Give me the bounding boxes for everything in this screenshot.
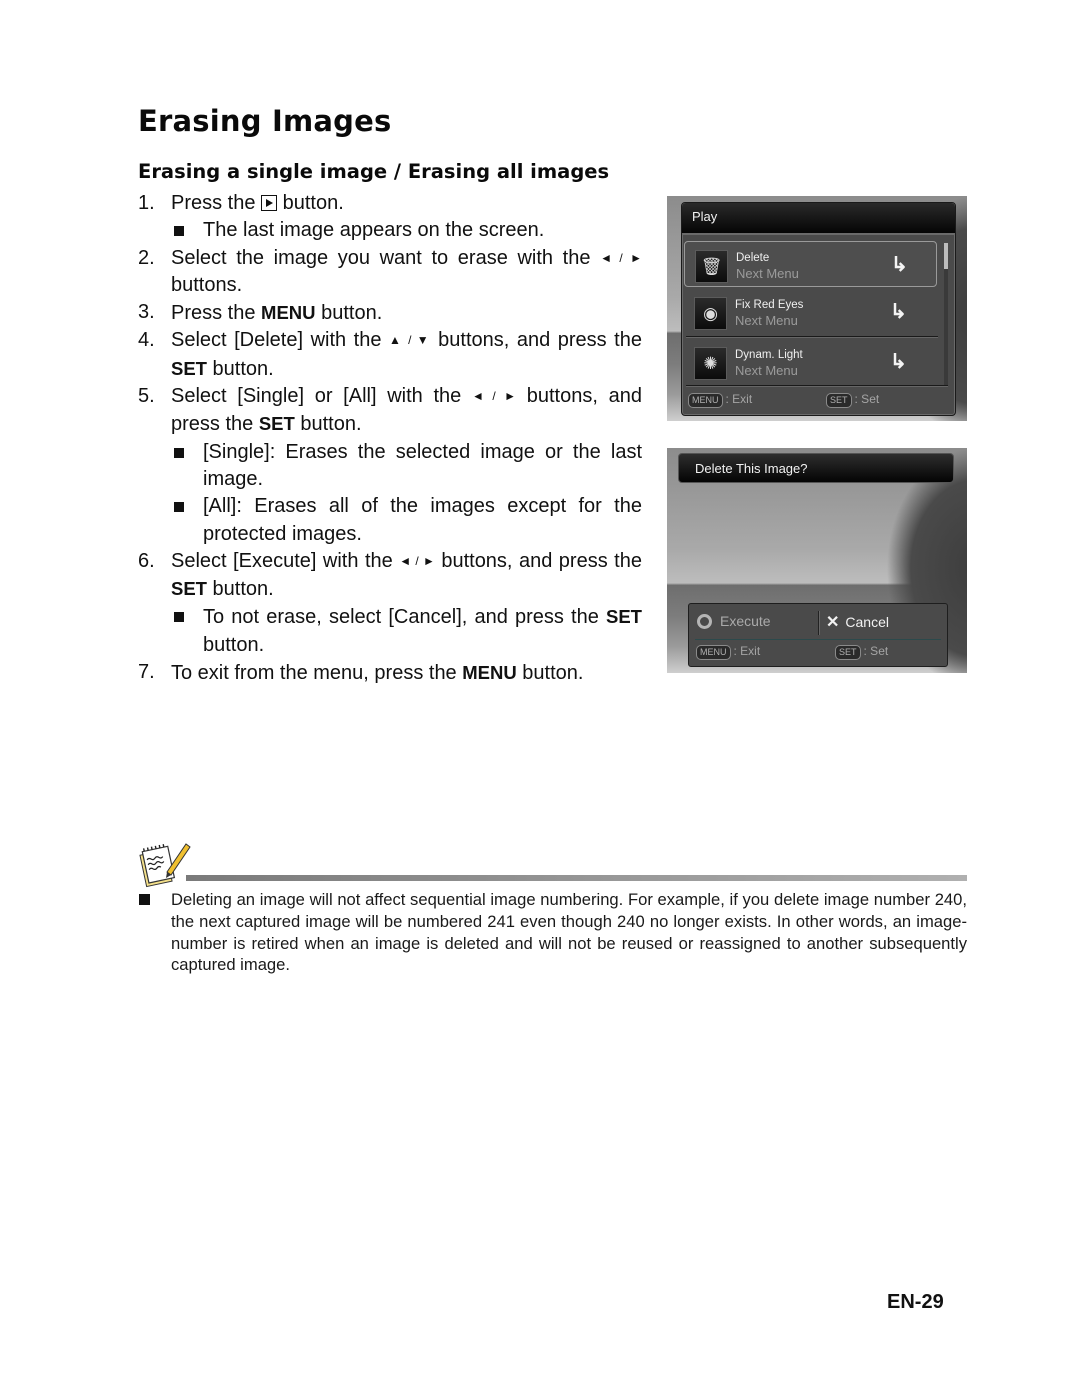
execute-option[interactable]: Execute	[697, 613, 771, 629]
bullet-square-icon	[174, 502, 184, 513]
divider	[695, 639, 941, 640]
step-5-note-all: [All]: Erases all of the images except f…	[138, 493, 642, 548]
up-down-arrows-icon: ▲ / ▼	[389, 333, 431, 348]
step-5-note-single: [Single]: Erases the selected image or t…	[138, 439, 642, 494]
menu-key-icon: MENU	[696, 645, 731, 660]
set-key-icon: SET	[826, 393, 852, 408]
step-2: 2. Select the image you want to erase wi…	[138, 246, 642, 296]
menu-item-delete[interactable]: 🗑 Delete Next Menu ↳	[684, 241, 937, 287]
page-number: EN-29	[887, 1291, 944, 1313]
menu-title: Play	[682, 203, 955, 235]
scrollbar[interactable]	[944, 243, 948, 385]
dialog-title: Delete This Image?	[678, 453, 954, 483]
next-menu-arrow-icon: ↳	[890, 301, 907, 323]
step-3: 3. Press the MENU button.	[138, 301, 383, 325]
page-title: Erasing Images	[138, 104, 392, 138]
step-1: 1. Press the button.	[138, 192, 344, 214]
camera-screen-delete-confirm: Delete This Image? Execute ✕ Cancel MENU:…	[667, 448, 967, 673]
left-right-arrows-icon: ◄ / ►	[472, 389, 517, 404]
menu-item-fix-red-eyes[interactable]: ◉ Fix Red Eyes Next Menu ↳	[684, 289, 937, 335]
cancel-option[interactable]: ✕ Cancel	[826, 612, 889, 632]
next-menu-arrow-icon: ↳	[891, 254, 908, 276]
divider	[818, 611, 820, 635]
step-6: 6. Select [Execute] with the ◄ / ► butto…	[138, 549, 642, 601]
bullet-square-icon	[174, 447, 184, 458]
step-7: 7. To exit from the menu, press the MENU…	[138, 661, 584, 685]
steps-list: 1. Press the button. The last image appe…	[138, 190, 642, 687]
circle-icon	[697, 614, 712, 629]
next-menu-arrow-icon: ↳	[890, 351, 907, 373]
trash-icon: 🗑	[695, 250, 728, 283]
menu-key-icon: MENU	[688, 393, 723, 408]
bullet-square-icon	[174, 226, 184, 237]
step-1-note: The last image appears on the screen.	[138, 217, 642, 244]
set-key-icon: SET	[835, 645, 861, 660]
left-right-arrows-icon: ◄ / ►	[399, 553, 435, 568]
bullet-square-icon	[174, 612, 184, 623]
note-separator	[186, 875, 967, 881]
camera-screen-play-menu: Play 🗑 Delete Next Menu ↳ ◉ Fix Red Eyes…	[667, 196, 967, 421]
step-4: 4. Select [Delete] with the ▲ / ▼ button…	[138, 329, 642, 380]
left-right-arrows-icon: ◄ / ►	[600, 250, 642, 265]
menu-footer: MENU: Exit SET: Set	[688, 389, 950, 411]
dynamic-light-icon: ✺	[694, 347, 727, 380]
cross-icon: ✕	[826, 614, 840, 631]
red-eye-icon: ◉	[694, 297, 727, 330]
section-title: Erasing a single image / Erasing all ima…	[138, 160, 610, 183]
bullet-square-icon	[139, 894, 150, 905]
play-menu: Play 🗑 Delete Next Menu ↳ ◉ Fix Red Eyes…	[681, 202, 956, 416]
play-button-icon	[261, 195, 278, 211]
dialog-footer: MENU: Exit SET: Set	[696, 641, 942, 663]
step-6-note: To not erase, select [Cancel], and press…	[138, 603, 642, 659]
confirm-dialog: Execute ✕ Cancel MENU: Exit SET: Set	[688, 603, 948, 667]
divider	[686, 385, 948, 387]
note: Deleting an image will not affect sequen…	[139, 889, 967, 976]
menu-item-dynamic-light[interactable]: ✺ Dynam. Light Next Menu ↳	[684, 339, 937, 385]
step-5: 5. Select [Single] or [All] with the ◄ /…	[138, 385, 642, 436]
divider	[686, 336, 938, 338]
scrollbar-thumb[interactable]	[944, 243, 948, 269]
notepad-pencil-icon	[139, 843, 191, 888]
